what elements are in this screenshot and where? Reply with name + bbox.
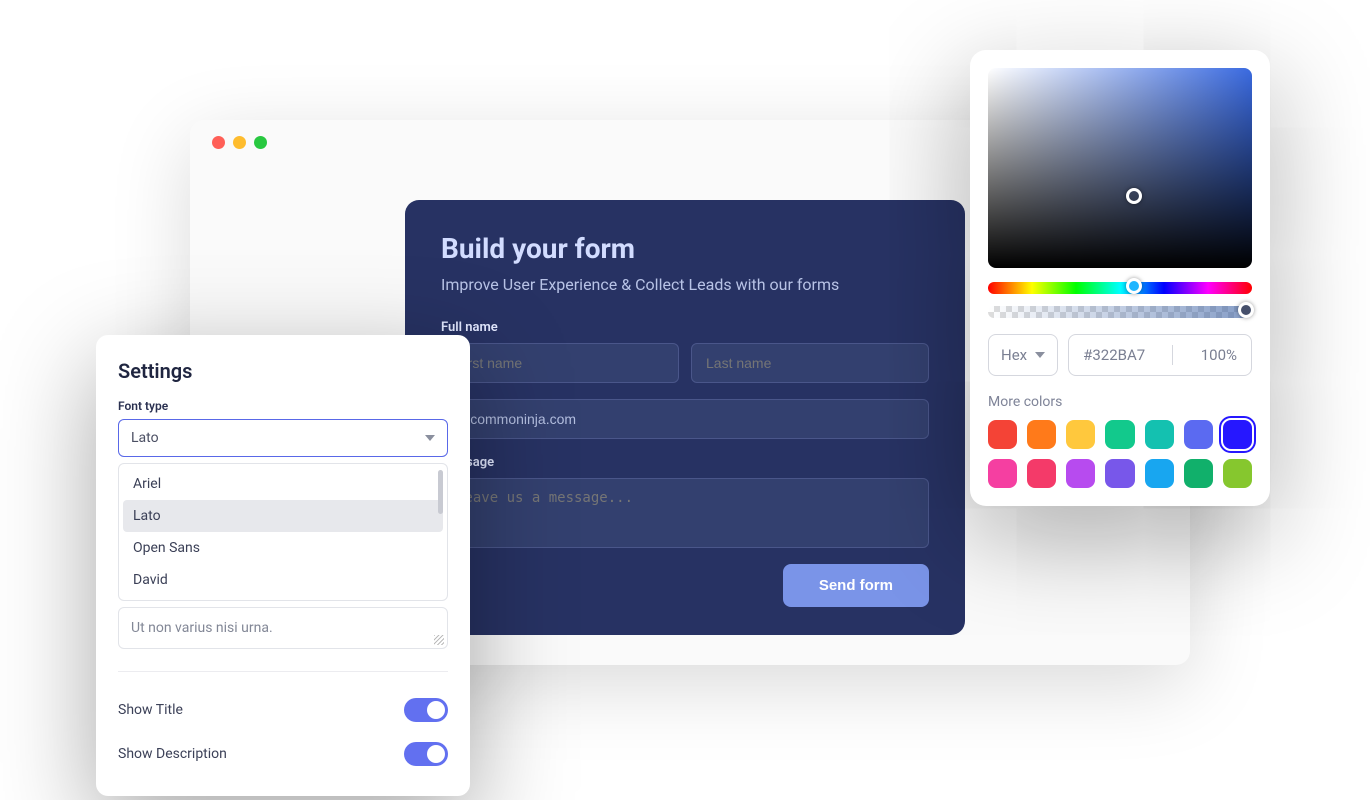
first-name-input[interactable]: [441, 343, 679, 383]
settings-panel: Settings Font type Lato Ariel Lato Open …: [96, 335, 470, 796]
opacity-value: 100%: [1201, 346, 1237, 364]
message-label: Message: [441, 455, 929, 470]
color-swatch[interactable]: [1066, 420, 1095, 449]
hue-slider[interactable]: [988, 282, 1252, 294]
font-select-value: Lato: [131, 430, 159, 446]
font-select[interactable]: Lato: [118, 419, 448, 457]
email-input[interactable]: [441, 399, 929, 439]
font-option-david[interactable]: David: [123, 564, 443, 596]
show-title-toggle[interactable]: [404, 698, 448, 722]
settings-title: Settings: [96, 359, 470, 399]
hex-input[interactable]: #322BA7 100%: [1068, 334, 1252, 376]
divider: [118, 671, 448, 672]
color-swatch[interactable]: [988, 459, 1017, 488]
font-dropdown: Ariel Lato Open Sans David: [118, 463, 448, 601]
color-swatch[interactable]: [1027, 459, 1056, 488]
form-card: Build your form Improve User Experience …: [405, 200, 965, 635]
color-swatch[interactable]: [1145, 459, 1174, 488]
color-swatch[interactable]: [988, 420, 1017, 449]
color-swatch[interactable]: [1105, 459, 1134, 488]
close-icon[interactable]: [212, 136, 225, 149]
preview-textarea[interactable]: Ut non varius nisi urna.: [118, 607, 448, 649]
color-mode-value: Hex: [1001, 346, 1027, 364]
saturation-gradient[interactable]: [988, 68, 1252, 268]
send-form-button[interactable]: Send form: [783, 564, 929, 607]
color-swatch[interactable]: [1223, 459, 1252, 488]
scrollbar[interactable]: [438, 470, 443, 514]
form-subtitle: Improve User Experience & Collect Leads …: [441, 275, 929, 294]
color-swatch[interactable]: [1027, 420, 1056, 449]
hex-value: #322BA7: [1083, 346, 1145, 364]
color-mode-select[interactable]: Hex: [988, 334, 1058, 376]
hue-thumb[interactable]: [1126, 278, 1142, 294]
resize-handle-icon[interactable]: [434, 635, 444, 645]
swatch-grid: [988, 420, 1252, 488]
preview-text: Ut non varius nisi urna.: [131, 620, 273, 636]
form-title: Build your form: [441, 232, 929, 265]
chevron-down-icon: [1035, 352, 1045, 358]
show-title-label: Show Title: [118, 702, 183, 718]
color-swatch[interactable]: [1066, 459, 1095, 488]
alpha-slider[interactable]: [988, 306, 1252, 318]
show-title-row: Show Title: [96, 688, 470, 732]
maximize-icon[interactable]: [254, 136, 267, 149]
font-option-ariel[interactable]: Ariel: [123, 468, 443, 500]
fullname-label: Full name: [441, 320, 929, 335]
minimize-icon[interactable]: [233, 136, 246, 149]
color-picker-panel: Hex #322BA7 100% More colors: [970, 50, 1270, 506]
show-description-row: Show Description: [96, 732, 470, 776]
last-name-input[interactable]: [691, 343, 929, 383]
message-textarea[interactable]: [441, 478, 929, 548]
divider: [1172, 345, 1173, 365]
show-description-label: Show Description: [118, 746, 227, 762]
font-option-lato[interactable]: Lato: [123, 500, 443, 532]
font-option-opensans[interactable]: Open Sans: [123, 532, 443, 564]
color-swatch[interactable]: [1223, 420, 1252, 449]
color-swatch[interactable]: [1184, 459, 1213, 488]
color-swatch[interactable]: [1145, 420, 1174, 449]
show-description-toggle[interactable]: [404, 742, 448, 766]
alpha-thumb[interactable]: [1238, 302, 1254, 318]
chevron-down-icon: [425, 435, 435, 441]
color-swatch[interactable]: [1184, 420, 1213, 449]
gradient-cursor[interactable]: [1126, 188, 1142, 204]
more-colors-label: More colors: [988, 394, 1252, 410]
color-swatch[interactable]: [1105, 420, 1134, 449]
font-type-label: Font type: [118, 399, 448, 413]
